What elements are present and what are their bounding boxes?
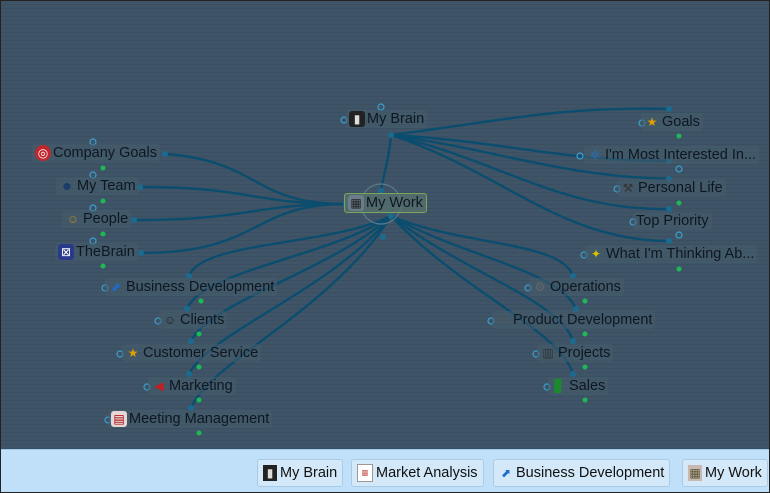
- node-label: TheBrain: [76, 244, 135, 260]
- pin-label: My Work: [705, 465, 762, 481]
- hammer-icon: ⚒: [622, 181, 634, 195]
- chart-icon: ⬈: [500, 466, 512, 480]
- sibling-node-top-priority[interactable]: Top Priority: [633, 212, 712, 230]
- people-icon: ☺: [163, 313, 177, 327]
- pin-label: Market Analysis: [376, 465, 478, 481]
- chart-icon: ⬈: [110, 280, 122, 294]
- node-label: Operations: [550, 279, 621, 295]
- node-label: Marketing: [169, 378, 233, 394]
- sibling-node-most-interested[interactable]: ✲ I'm Most Interested In...: [584, 146, 760, 164]
- brain-window: ▮ My Brain ▦ My Work ◎ Company Goals ☻ M…: [0, 0, 770, 493]
- phone-icon: ▮: [263, 465, 277, 481]
- jump-node-company-goals[interactable]: ◎ Company Goals: [32, 144, 160, 162]
- parent-node-my-brain[interactable]: ▮ My Brain: [346, 110, 428, 128]
- child-node-sales[interactable]: ▊ Sales: [548, 377, 609, 395]
- node-label: What I'm Thinking Ab...: [606, 246, 755, 262]
- calendar-icon: ▤: [111, 411, 127, 427]
- child-node-business-development[interactable]: ⬈ Business Development: [105, 278, 278, 296]
- sibling-node-personal-life[interactable]: ⚒ Personal Life: [617, 179, 726, 197]
- bar-chart-icon: ▊: [554, 379, 564, 393]
- team-icon: ☻: [60, 179, 74, 193]
- phone-icon: ▮: [349, 111, 365, 127]
- node-label: My Brain: [367, 111, 425, 127]
- child-node-product-development[interactable]: ✎ Product Development: [492, 311, 656, 329]
- building-icon: ▦: [348, 195, 364, 211]
- gear-icon: ⚙: [534, 280, 546, 294]
- document-icon: ≡: [357, 464, 373, 482]
- node-label: Goals: [662, 114, 700, 130]
- node-label: Customer Service: [143, 345, 259, 361]
- node-label: Business Development: [126, 279, 275, 295]
- child-node-clients[interactable]: ☺ Clients: [159, 311, 228, 329]
- pin-label: My Brain: [280, 465, 338, 481]
- jump-node-my-team[interactable]: ☻ My Team: [56, 177, 139, 195]
- node-label: Product Development: [513, 312, 653, 328]
- jump-node-thebrain[interactable]: ⊠ TheBrain: [55, 243, 138, 261]
- pins-bar: ▮ My Brain ≡ Market Analysis ⬈ Business …: [1, 449, 769, 492]
- lightbulb-icon: ✦: [590, 247, 602, 261]
- active-node-my-work[interactable]: ▦ My Work: [344, 193, 427, 213]
- megaphone-icon: ◀: [154, 379, 164, 393]
- star-icon: ★: [127, 346, 139, 360]
- sibling-node-what-im-thinking[interactable]: ✦ What I'm Thinking Ab...: [585, 245, 758, 263]
- child-node-customer-service[interactable]: ★ Customer Service: [122, 344, 262, 362]
- star-icon: ★: [646, 115, 658, 129]
- pin-label: Business Development: [516, 465, 665, 481]
- thebrain-logo-icon: ⊠: [58, 244, 74, 260]
- child-node-meeting-management[interactable]: ▤ Meeting Management: [108, 410, 273, 428]
- sibling-node-goals[interactable]: ★ Goals: [641, 113, 703, 131]
- pin-business-development[interactable]: ⬈ Business Development: [493, 459, 671, 487]
- node-label: My Work: [366, 195, 423, 211]
- child-node-projects[interactable]: ▥ Projects: [537, 344, 614, 362]
- node-label: People: [83, 211, 129, 227]
- child-node-operations[interactable]: ⚙ Operations: [529, 278, 624, 296]
- node-label: Sales: [569, 378, 606, 394]
- node-label: Company Goals: [53, 145, 157, 161]
- node-label: Clients: [180, 312, 225, 328]
- node-label: Meeting Management: [129, 411, 270, 427]
- node-label: I'm Most Interested In...: [605, 147, 757, 163]
- tools-icon: ✎: [497, 313, 509, 327]
- pin-my-brain[interactable]: ▮ My Brain: [257, 459, 344, 487]
- node-label: Projects: [558, 345, 611, 361]
- molecule-icon: ✲: [589, 148, 601, 162]
- clipboard-icon: ▥: [542, 346, 554, 360]
- node-label: My Team: [77, 178, 136, 194]
- people-icon: ☺: [66, 212, 80, 226]
- pin-my-work[interactable]: ▦ My Work: [682, 459, 768, 487]
- building-icon: ▦: [688, 465, 702, 481]
- jump-node-people[interactable]: ☺ People: [62, 210, 132, 228]
- child-node-marketing[interactable]: ◀ Marketing: [148, 377, 236, 395]
- node-label: Personal Life: [638, 180, 723, 196]
- pin-market-analysis[interactable]: ≡ Market Analysis: [351, 459, 484, 487]
- plex-canvas[interactable]: ▮ My Brain ▦ My Work ◎ Company Goals ☻ M…: [1, 1, 769, 449]
- node-label: Top Priority: [636, 213, 709, 229]
- target-icon: ◎: [35, 145, 51, 161]
